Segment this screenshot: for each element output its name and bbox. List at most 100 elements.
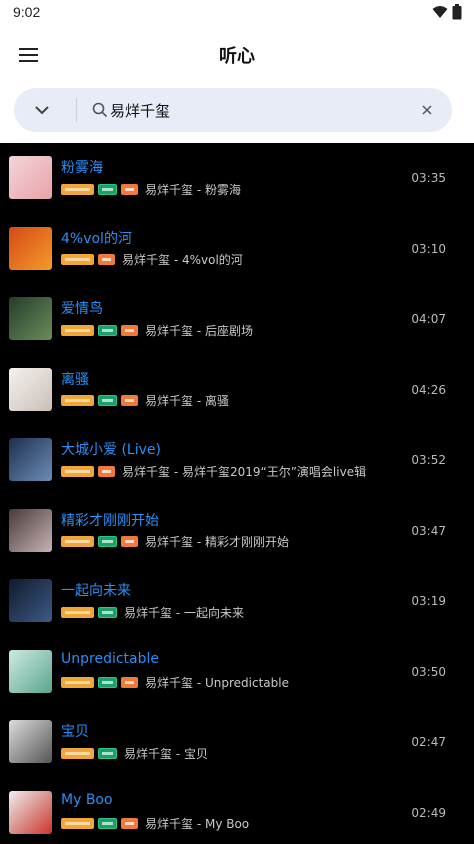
vip-badge: [61, 536, 94, 547]
album-cover: [9, 720, 52, 763]
song-row[interactable]: Unpredictable 易烊千玺 - Unpredictable 03:50: [0, 637, 474, 707]
song-duration: 03:47: [411, 523, 446, 538]
song-meta: 易烊千玺 - 后座剧场: [61, 323, 253, 338]
vip-badge: [61, 465, 94, 477]
hot-badge: [121, 818, 138, 829]
song-duration: 03:35: [411, 171, 446, 185]
song-subtitle: 易烊千玺 - 离骚: [145, 394, 229, 408]
mv-badge: [98, 606, 117, 618]
mv-badge: [98, 395, 117, 406]
song-title: My Boo: [61, 791, 113, 808]
chevron-down-icon: [35, 105, 49, 114]
album-cover: [9, 297, 52, 340]
search-bar: [14, 88, 452, 132]
search-input[interactable]: [110, 97, 410, 123]
vip-badge: [61, 395, 94, 406]
hot-badge: [121, 536, 138, 547]
song-title: 宝贝: [61, 724, 89, 740]
song-subtitle: 易烊千玺 - My Boo: [145, 817, 250, 831]
song-subtitle: 易烊千玺 - 4%vol的河: [122, 253, 243, 267]
song-title: 离骚: [61, 371, 89, 388]
search-divider: [76, 98, 77, 122]
vip-badge: [61, 183, 94, 195]
album-cover: [9, 790, 52, 834]
mv-badge: [98, 324, 117, 336]
hot-badge: [121, 677, 138, 688]
vip-badge: [61, 747, 94, 759]
song-title: 一起向未来: [61, 583, 131, 599]
song-row[interactable]: 粉雾海易烊千玺 - 粉雾海 03:35: [0, 143, 474, 213]
song-subtitle: 易烊千玺 - 易烊千玺2019“王尔”演唱会live辑: [122, 464, 367, 479]
song-subtitle: 易烊千玺 - 粉雾海: [145, 182, 241, 197]
song-subtitle: 易烊千玺 - 后座剧场: [145, 323, 253, 338]
song-subtitle: 易烊千玺 - 精彩才刚刚开始: [145, 535, 289, 549]
song-meta: 易烊千玺 - 粉雾海: [61, 182, 241, 197]
song-subtitle: 易烊千玺 - Unpredictable: [145, 676, 289, 690]
album-cover: [9, 367, 52, 411]
song-duration: 03:52: [411, 453, 446, 467]
song-row[interactable]: 4%vol的河易烊千玺 - 4%vol的河 03:10: [0, 214, 474, 284]
mv-badge: [98, 536, 117, 547]
vip-badge: [61, 254, 94, 265]
song-row[interactable]: 爱情鸟易烊千玺 - 后座剧场 04:07: [0, 284, 474, 354]
mv-badge: [98, 183, 117, 195]
status-time: 9:02: [13, 4, 41, 20]
search-dropdown-button[interactable]: [28, 98, 56, 122]
search-icon: [92, 102, 108, 118]
clear-search-button[interactable]: [418, 101, 436, 119]
song-duration: 03:10: [411, 241, 446, 256]
song-duration: 03:50: [411, 664, 446, 679]
song-title: 粉雾海: [61, 160, 103, 176]
song-row[interactable]: 离骚易烊千玺 - 离骚 04:26: [0, 355, 474, 425]
song-title: 爱情鸟: [61, 301, 103, 317]
song-duration: 04:07: [411, 312, 446, 326]
song-duration: 04:26: [411, 382, 446, 397]
song-meta: 易烊千玺 - 离骚: [61, 394, 229, 408]
song-subtitle: 易烊千玺 - 宝贝: [124, 746, 208, 761]
song-meta: 易烊千玺 - 精彩才刚刚开始: [61, 535, 289, 549]
song-duration: 03:19: [411, 594, 446, 608]
hot-badge: [121, 395, 138, 406]
song-meta: 易烊千玺 - Unpredictable: [61, 676, 289, 690]
song-duration: 02:49: [411, 805, 446, 820]
song-row[interactable]: 大城小爱 (Live) 易烊千玺 - 易烊千玺2019“王尔”演唱会live辑 03…: [0, 425, 474, 495]
song-title: 精彩才刚刚开始: [61, 512, 159, 529]
song-row[interactable]: 精彩才刚刚开始易烊千玺 - 精彩才刚刚开始 03:47: [0, 496, 474, 566]
song-meta: 易烊千玺 - 一起向未来: [61, 605, 244, 620]
song-meta: 易烊千玺 - 4%vol的河: [61, 253, 243, 267]
song-meta: 易烊千玺 - My Boo: [61, 817, 249, 831]
app-bar: 听心: [0, 26, 474, 84]
song-row[interactable]: 一起向未来易烊千玺 - 一起向未来 03:19: [0, 566, 474, 636]
album-cover: [9, 649, 52, 693]
hot-badge: [98, 254, 115, 265]
album-cover: [9, 438, 52, 481]
song-duration: 02:47: [411, 735, 446, 749]
hot-badge: [98, 465, 115, 477]
album-cover: [9, 579, 52, 622]
battery-icon: [452, 4, 462, 20]
song-subtitle: 易烊千玺 - 一起向未来: [124, 605, 244, 620]
top-area: 9:02 听心: [0, 0, 474, 143]
mv-badge: [98, 677, 117, 688]
hot-badge: [121, 183, 138, 195]
status-icons: [432, 4, 462, 20]
mv-badge: [98, 747, 117, 759]
status-bar: 9:02: [0, 0, 474, 26]
song-title: 大城小爱 (Live): [61, 442, 161, 458]
app-title: 听心: [219, 46, 255, 67]
vip-badge: [61, 324, 94, 336]
song-meta: 易烊千玺 - 易烊千玺2019“王尔”演唱会live辑: [61, 464, 367, 479]
mv-badge: [98, 818, 117, 829]
song-meta: 易烊千玺 - 宝贝: [61, 746, 208, 761]
song-title: 4%vol的河: [61, 230, 132, 247]
album-cover: [9, 226, 52, 270]
vip-badge: [61, 677, 94, 688]
vip-badge: [61, 818, 94, 829]
album-cover: [9, 156, 52, 199]
hot-badge: [121, 324, 138, 336]
album-cover: [9, 508, 52, 552]
song-row[interactable]: 宝贝易烊千玺 - 宝贝 02:47: [0, 707, 474, 777]
song-row[interactable]: My Boo 易烊千玺 - My Boo 02:49: [0, 778, 474, 844]
song-title: Unpredictable: [61, 650, 159, 667]
close-icon: [422, 105, 432, 115]
